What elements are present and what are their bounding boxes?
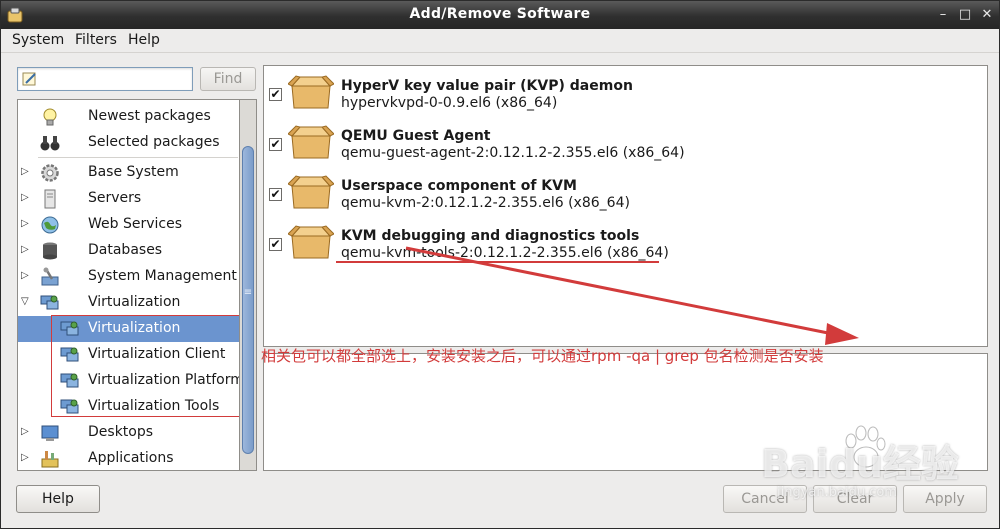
window-title: Add/Remove Software xyxy=(409,6,591,22)
group-item-label: Desktops xyxy=(88,424,154,440)
group-item-applications[interactable]: ▷ Applications xyxy=(18,446,239,470)
package-version: hypervkvpd-0-0.9.el6 (x86_64) xyxy=(341,95,558,111)
package-box-icon xyxy=(287,124,335,160)
package-checkbox[interactable]: ✔ xyxy=(269,188,282,201)
annotation-underline xyxy=(336,261,659,263)
package-box-icon xyxy=(287,174,335,210)
package-name: Userspace component of KVM xyxy=(341,178,577,194)
group-tree-scrollbar[interactable]: ≡ xyxy=(240,99,257,471)
group-item-label: Web Services xyxy=(88,216,183,232)
group-item-web-services[interactable]: ▷ Web Services xyxy=(18,212,239,238)
group-item-label: Databases xyxy=(88,242,163,258)
expander-open-icon[interactable]: ▽ xyxy=(21,296,33,308)
watermark-url: jingyan.baidu.com xyxy=(777,485,897,500)
menu-system[interactable]: System xyxy=(12,32,64,48)
package-row[interactable]: ✔ HyperV key value pair (KVP) daemon hyper… xyxy=(264,70,987,120)
watermark: Baidu经验 xyxy=(761,442,959,486)
tools-icon xyxy=(40,267,60,287)
package-name: KVM debugging and diagnostics tools xyxy=(341,228,640,244)
package-name: QEMU Guest Agent xyxy=(341,128,491,144)
globe-icon xyxy=(40,215,60,235)
expander-closed-icon[interactable]: ▷ xyxy=(21,270,33,282)
menu-filters[interactable]: Filters xyxy=(75,32,117,48)
package-row[interactable]: ✔ QEMU Guest Agent qemu-guest-agent-2:0.12… xyxy=(264,120,987,170)
close-icon[interactable]: ✕ xyxy=(977,5,997,25)
expander-closed-icon[interactable]: ▷ xyxy=(21,192,33,204)
binoculars-icon xyxy=(40,133,60,153)
find-button[interactable]: Find xyxy=(200,67,256,91)
group-item-newest-packages[interactable]: Newest packages xyxy=(18,104,239,130)
expander-closed-icon[interactable]: ▷ xyxy=(21,218,33,230)
search-box xyxy=(17,67,193,91)
group-item-label: Base System xyxy=(88,164,179,180)
help-button[interactable]: Help xyxy=(16,485,100,513)
group-separator xyxy=(38,157,238,158)
group-item-label: System Management xyxy=(88,268,237,284)
group-item-base-system[interactable]: ▷ Base System xyxy=(18,160,239,186)
group-item-databases[interactable]: ▷ Databases xyxy=(18,238,239,264)
group-item-virtualization[interactable]: ▽ Virtualization xyxy=(18,290,239,316)
lightbulb-icon xyxy=(40,107,60,127)
minimize-icon[interactable]: – xyxy=(933,5,953,25)
apply-button[interactable]: Apply xyxy=(903,485,987,513)
package-checkbox[interactable]: ✔ xyxy=(269,138,282,151)
annotation-highlight-box xyxy=(51,315,239,417)
package-checkbox[interactable]: ✔ xyxy=(269,238,282,251)
search-input[interactable] xyxy=(40,70,188,88)
package-box-icon xyxy=(287,74,335,110)
gear-icon xyxy=(40,163,60,183)
maximize-icon[interactable]: □ xyxy=(955,5,975,25)
scrollbar-thumb[interactable]: ≡ xyxy=(242,146,254,454)
title-bar[interactable]: Add/Remove Software – □ ✕ xyxy=(1,1,999,29)
package-name: HyperV key value pair (KVP) daemon xyxy=(341,78,633,94)
expander-closed-icon[interactable]: ▷ xyxy=(21,426,33,438)
group-item-servers[interactable]: ▷ Servers xyxy=(18,186,239,212)
group-item-desktops[interactable]: ▷ Desktops xyxy=(18,420,239,446)
expander-closed-icon[interactable]: ▷ xyxy=(21,452,33,464)
package-checkbox[interactable]: ✔ xyxy=(269,88,282,101)
menu-help[interactable]: Help xyxy=(128,32,160,48)
package-row[interactable]: ✔ Userspace component of KVM qemu-kvm-2:0.… xyxy=(264,170,987,220)
group-item-selected-packages[interactable]: Selected packages xyxy=(18,130,239,156)
database-icon xyxy=(40,241,60,261)
menu-bar: System Filters Help xyxy=(1,29,999,53)
expander-closed-icon[interactable]: ▷ xyxy=(21,166,33,178)
expander-closed-icon[interactable]: ▷ xyxy=(21,244,33,256)
group-tree: Newest packages Selected packages ▷ Base Sy… xyxy=(17,99,240,471)
virtualization-icon xyxy=(40,293,60,313)
package-list: ✔ HyperV key value pair (KVP) daemon hyper… xyxy=(263,65,988,347)
group-item-label: Virtualization xyxy=(88,294,181,310)
package-version: qemu-kvm-2:0.12.1.2-2.355.el6 (x86_64) xyxy=(341,195,630,211)
add-remove-software-window: Add/Remove Software – □ ✕ System Filters… xyxy=(0,0,1000,529)
annotation-text: 相关包可以都全部选上，安装安装之后，可以通过rpm -qa | grep 包名检… xyxy=(261,347,824,365)
package-version: qemu-kvm-tools-2:0.12.1.2-2.355.el6 (x86… xyxy=(341,245,669,261)
desktop-icon xyxy=(40,423,60,443)
group-item-label: Selected packages xyxy=(88,134,220,150)
server-icon xyxy=(40,189,60,209)
edit-icon xyxy=(22,72,36,86)
group-item-label: Servers xyxy=(88,190,142,206)
package-version: qemu-guest-agent-2:0.12.1.2-2.355.el6 (x… xyxy=(341,145,685,161)
package-box-icon xyxy=(287,224,335,260)
group-item-label: Applications xyxy=(88,450,174,466)
applications-icon xyxy=(40,449,60,469)
group-item-label: Newest packages xyxy=(88,108,211,124)
group-item-system-management[interactable]: ▷ System Management xyxy=(18,264,239,290)
